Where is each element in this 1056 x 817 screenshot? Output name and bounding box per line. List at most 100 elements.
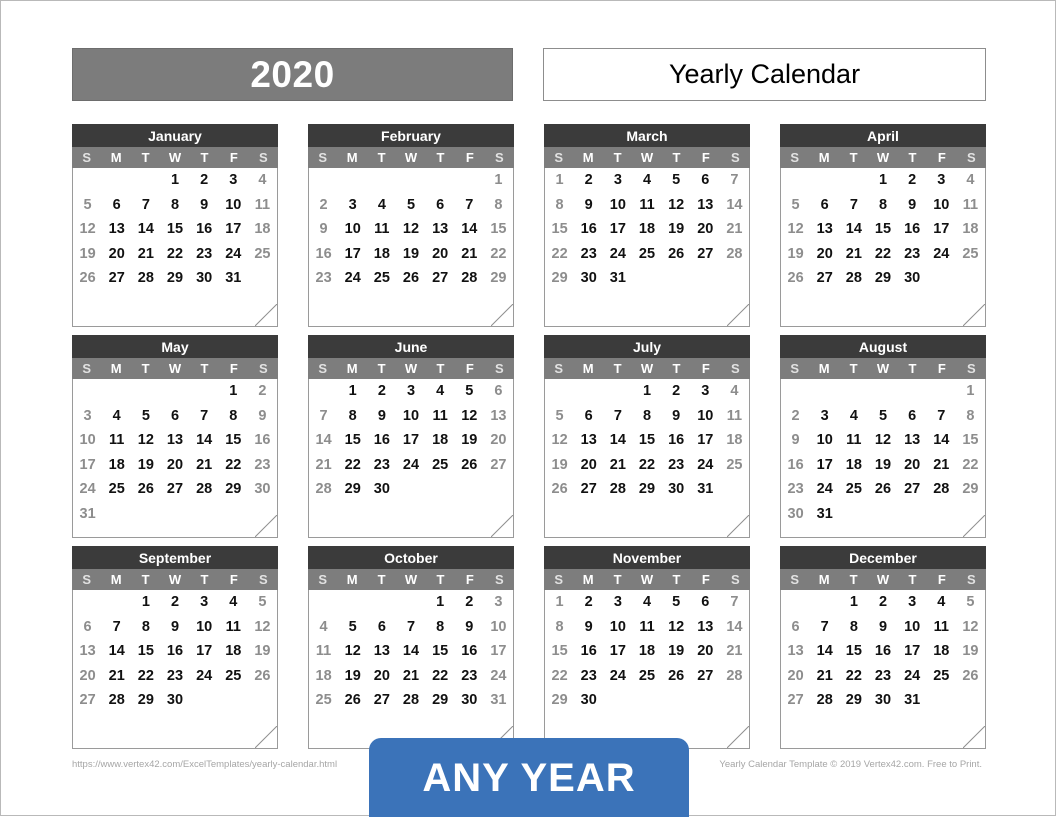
day-cell[interactable]: 22 <box>545 242 574 267</box>
day-cell[interactable]: 2 <box>160 590 189 615</box>
day-cell[interactable]: 6 <box>781 615 810 640</box>
day-cell[interactable]: 29 <box>426 688 455 713</box>
day-cell[interactable]: 8 <box>839 615 868 640</box>
day-cell[interactable]: 2 <box>248 379 277 404</box>
day-cell[interactable]: 19 <box>338 664 367 689</box>
day-cell[interactable]: 8 <box>956 404 985 429</box>
day-cell[interactable]: 13 <box>574 428 603 453</box>
day-cell[interactable]: 11 <box>927 615 956 640</box>
day-cell[interactable]: 23 <box>455 664 484 689</box>
day-cell[interactable]: 3 <box>190 590 219 615</box>
day-cell[interactable]: 25 <box>839 477 868 502</box>
day-cell[interactable]: 17 <box>396 428 425 453</box>
day-cell[interactable]: 18 <box>102 453 131 478</box>
day-cell[interactable]: 17 <box>898 639 927 664</box>
day-cell[interactable]: 27 <box>574 477 603 502</box>
day-cell[interactable]: 6 <box>898 404 927 429</box>
day-cell[interactable]: 25 <box>720 453 749 478</box>
day-cell[interactable]: 28 <box>927 477 956 502</box>
day-cell[interactable]: 5 <box>73 193 102 218</box>
day-cell[interactable]: 29 <box>484 266 513 291</box>
day-cell[interactable]: 23 <box>781 477 810 502</box>
day-cell[interactable]: 7 <box>455 193 484 218</box>
day-cell[interactable]: 30 <box>868 688 897 713</box>
day-cell[interactable]: 10 <box>219 193 248 218</box>
day-cell[interactable]: 11 <box>632 615 661 640</box>
day-cell[interactable]: 7 <box>603 404 632 429</box>
day-cell[interactable]: 29 <box>545 688 574 713</box>
day-cell[interactable]: 3 <box>691 379 720 404</box>
day-cell[interactable]: 8 <box>131 615 160 640</box>
day-cell[interactable]: 6 <box>691 168 720 193</box>
day-cell[interactable]: 20 <box>102 242 131 267</box>
day-cell[interactable]: 15 <box>545 217 574 242</box>
day-cell[interactable]: 4 <box>632 590 661 615</box>
day-cell[interactable]: 15 <box>131 639 160 664</box>
day-cell[interactable]: 1 <box>545 590 574 615</box>
day-cell[interactable]: 20 <box>781 664 810 689</box>
day-cell[interactable]: 10 <box>603 193 632 218</box>
day-cell[interactable]: 13 <box>781 639 810 664</box>
day-cell[interactable]: 5 <box>956 590 985 615</box>
day-cell[interactable]: 23 <box>898 242 927 267</box>
day-cell[interactable]: 4 <box>102 404 131 429</box>
day-cell[interactable]: 22 <box>131 664 160 689</box>
day-cell[interactable]: 14 <box>102 639 131 664</box>
day-cell[interactable]: 23 <box>574 242 603 267</box>
day-cell[interactable]: 26 <box>396 266 425 291</box>
day-cell[interactable]: 1 <box>131 590 160 615</box>
day-cell[interactable]: 11 <box>426 404 455 429</box>
day-cell[interactable]: 8 <box>426 615 455 640</box>
day-cell[interactable]: 14 <box>309 428 338 453</box>
day-cell[interactable]: 29 <box>338 477 367 502</box>
day-cell[interactable]: 4 <box>309 615 338 640</box>
day-cell[interactable]: 8 <box>160 193 189 218</box>
day-cell[interactable]: 16 <box>574 639 603 664</box>
day-cell[interactable]: 2 <box>868 590 897 615</box>
day-cell[interactable]: 17 <box>338 242 367 267</box>
day-cell[interactable]: 11 <box>309 639 338 664</box>
day-cell[interactable]: 9 <box>574 615 603 640</box>
day-cell[interactable]: 28 <box>309 477 338 502</box>
day-cell[interactable]: 1 <box>160 168 189 193</box>
day-cell[interactable]: 21 <box>927 453 956 478</box>
day-cell[interactable]: 13 <box>898 428 927 453</box>
day-cell[interactable]: 29 <box>632 477 661 502</box>
day-cell[interactable]: 24 <box>219 242 248 267</box>
day-cell[interactable]: 7 <box>309 404 338 429</box>
day-cell[interactable]: 23 <box>868 664 897 689</box>
day-cell[interactable]: 30 <box>898 266 927 291</box>
day-cell[interactable]: 19 <box>131 453 160 478</box>
day-cell[interactable]: 26 <box>956 664 985 689</box>
day-cell[interactable]: 18 <box>309 664 338 689</box>
day-cell[interactable]: 24 <box>810 477 839 502</box>
day-cell[interactable]: 6 <box>574 404 603 429</box>
day-cell[interactable]: 1 <box>868 168 897 193</box>
day-cell[interactable]: 12 <box>662 193 691 218</box>
day-cell[interactable]: 30 <box>248 477 277 502</box>
day-cell[interactable]: 27 <box>691 242 720 267</box>
day-cell[interactable]: 28 <box>810 688 839 713</box>
day-cell[interactable]: 20 <box>367 664 396 689</box>
day-cell[interactable]: 7 <box>927 404 956 429</box>
day-cell[interactable]: 20 <box>574 453 603 478</box>
day-cell[interactable]: 26 <box>248 664 277 689</box>
day-cell[interactable]: 25 <box>309 688 338 713</box>
day-cell[interactable]: 26 <box>73 266 102 291</box>
day-cell[interactable]: 15 <box>426 639 455 664</box>
day-cell[interactable]: 9 <box>248 404 277 429</box>
day-cell[interactable]: 22 <box>868 242 897 267</box>
title-box[interactable]: Yearly Calendar <box>543 48 986 101</box>
day-cell[interactable]: 10 <box>484 615 513 640</box>
day-cell[interactable]: 13 <box>426 217 455 242</box>
day-cell[interactable]: 1 <box>219 379 248 404</box>
day-cell[interactable]: 14 <box>720 615 749 640</box>
day-cell[interactable]: 17 <box>603 639 632 664</box>
day-cell[interactable]: 9 <box>367 404 396 429</box>
day-cell[interactable]: 27 <box>160 477 189 502</box>
day-cell[interactable]: 26 <box>781 266 810 291</box>
day-cell[interactable]: 4 <box>956 168 985 193</box>
day-cell[interactable]: 27 <box>898 477 927 502</box>
day-cell[interactable]: 9 <box>868 615 897 640</box>
day-cell[interactable]: 16 <box>309 242 338 267</box>
